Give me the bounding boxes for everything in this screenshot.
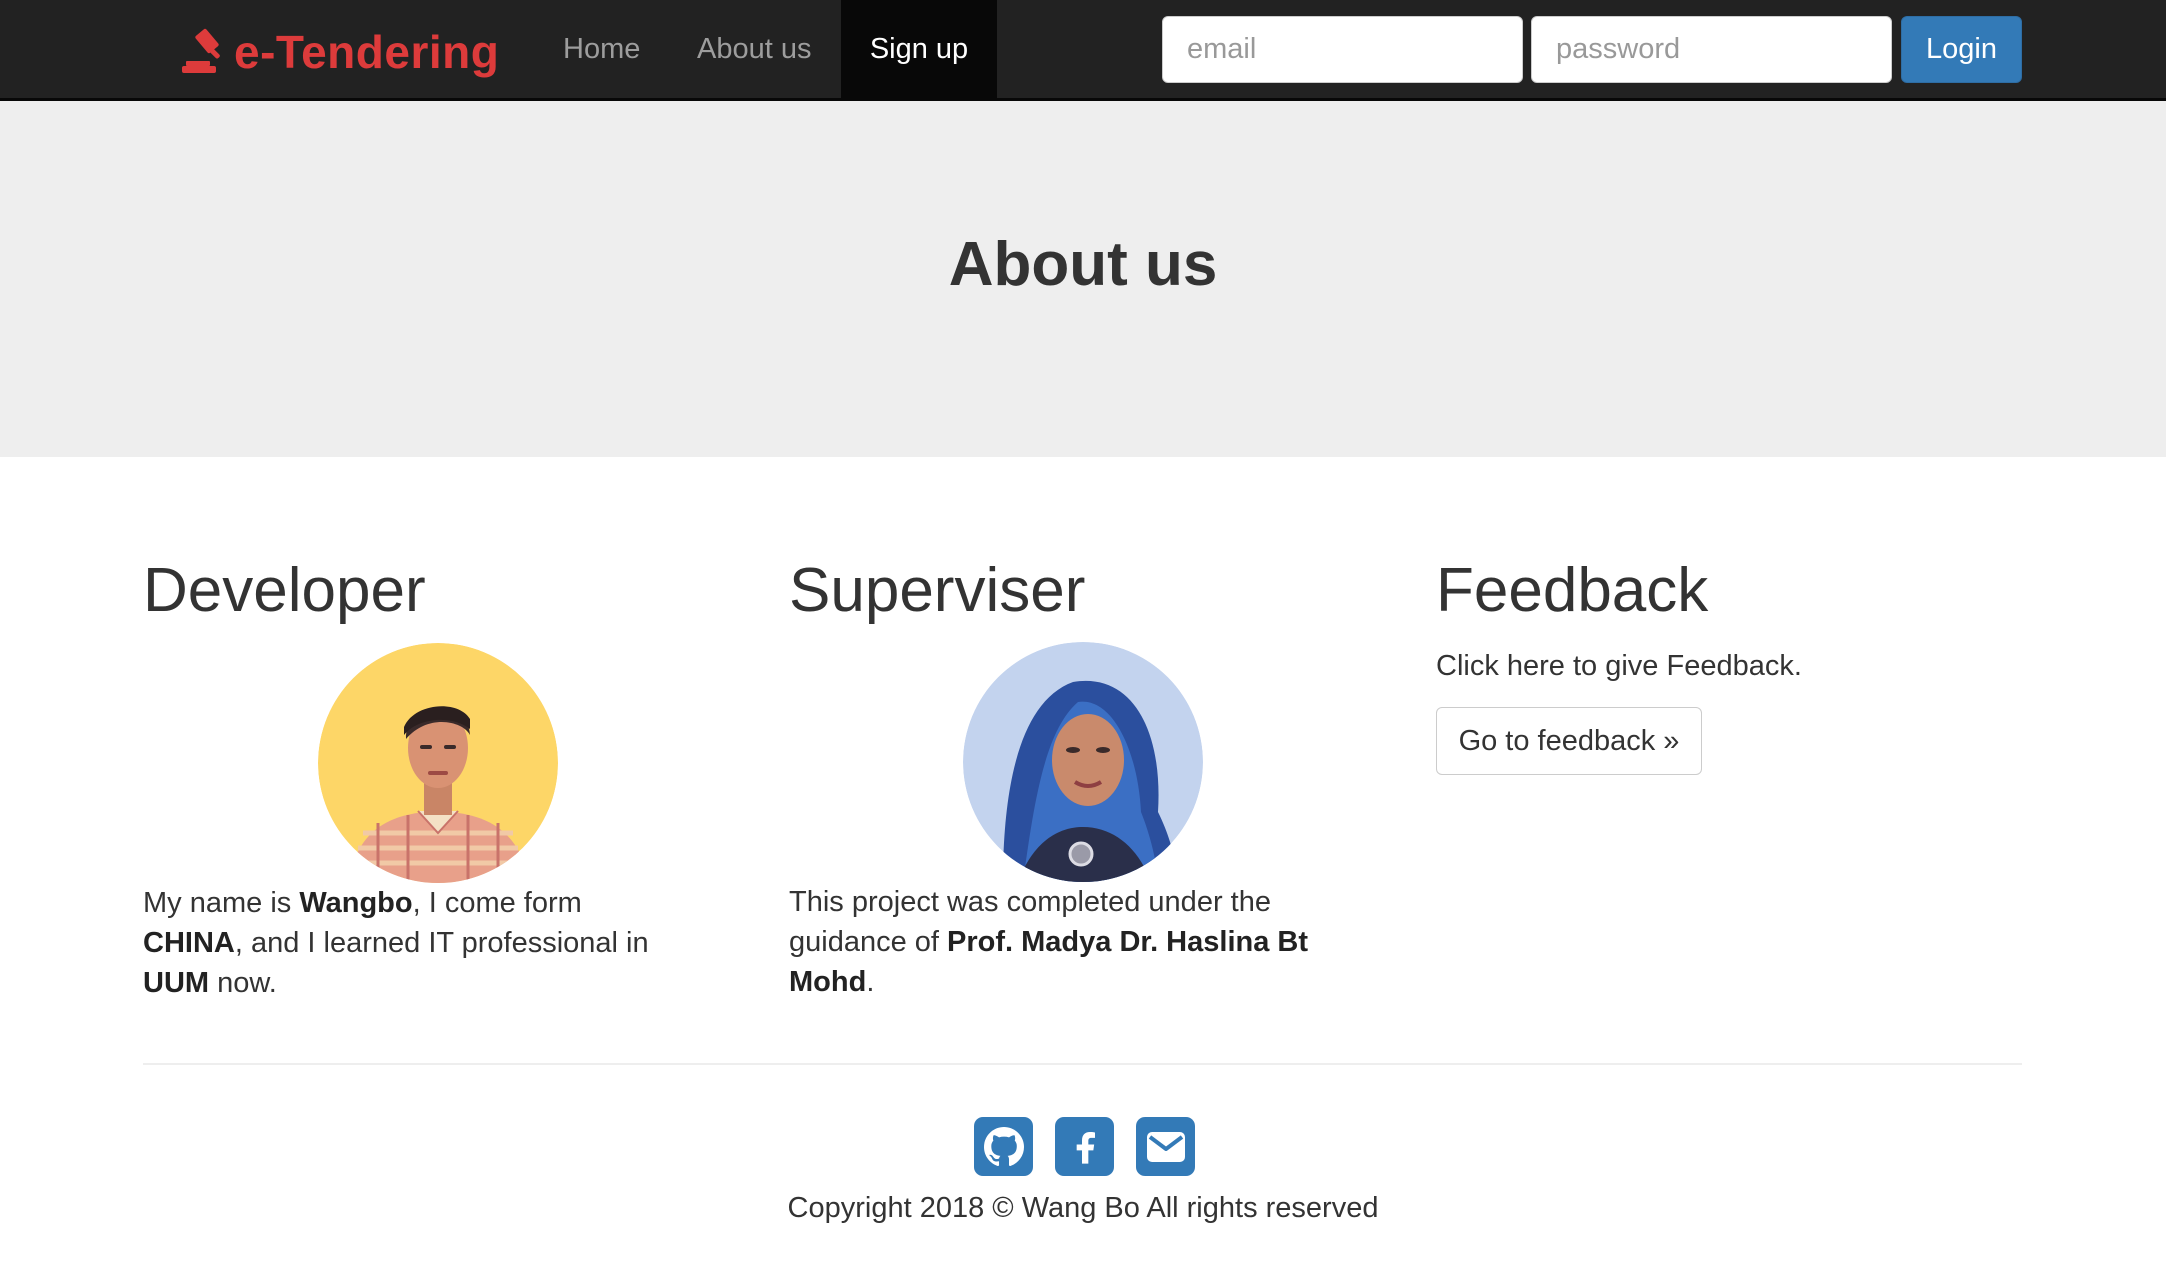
copyright-text: Copyright 2018 © Wang Bo All rights rese… [787, 1192, 1379, 1224]
developer-heading: Developer [143, 556, 426, 625]
superviser-heading: Superviser [789, 556, 1086, 625]
go-to-feedback-button[interactable]: Go to feedback » [1436, 707, 1702, 775]
developer-section: Developer My name is Wangbo, I come form… [143, 548, 683, 1003]
facebook-icon[interactable] [1055, 1117, 1114, 1176]
superviser-description: This project was completed under the gui… [789, 886, 1309, 998]
developer-avatar [318, 643, 558, 883]
nav-about-us[interactable]: About us [668, 0, 840, 98]
social-links [974, 1117, 1195, 1176]
github-icon[interactable] [974, 1117, 1033, 1176]
developer-university: UUM [143, 967, 210, 999]
nav-home[interactable]: Home [534, 0, 669, 98]
superviser-section: Superviser This project was completed un… [789, 548, 1329, 1002]
footer-divider [143, 1063, 2022, 1065]
gavel-icon [182, 28, 220, 73]
brand-link[interactable]: e-Tendering [180, 26, 499, 78]
email-input[interactable] [1162, 16, 1523, 83]
superviser-avatar [963, 642, 1203, 882]
feedback-section: Feedback Click here to give Feedback. Go… [1436, 548, 1996, 775]
feedback-description: Click here to give Feedback. [1436, 650, 1802, 682]
developer-country: CHINA [143, 927, 235, 959]
envelope-icon[interactable] [1136, 1117, 1195, 1176]
nav-sign-up[interactable]: Sign up [841, 0, 997, 98]
developer-description: My name is Wangbo, I come form CHINA, an… [143, 887, 649, 999]
brand-name: e-Tendering [234, 26, 500, 78]
navbar: e-Tendering Home About us Sign up Login [0, 0, 2166, 101]
feedback-heading: Feedback [1436, 556, 1709, 625]
login-button[interactable]: Login [1901, 16, 2022, 83]
developer-name: Wangbo [299, 887, 413, 919]
hero-banner: About us [0, 101, 2166, 457]
password-input[interactable] [1531, 16, 1892, 83]
page-title: About us [948, 230, 1218, 299]
